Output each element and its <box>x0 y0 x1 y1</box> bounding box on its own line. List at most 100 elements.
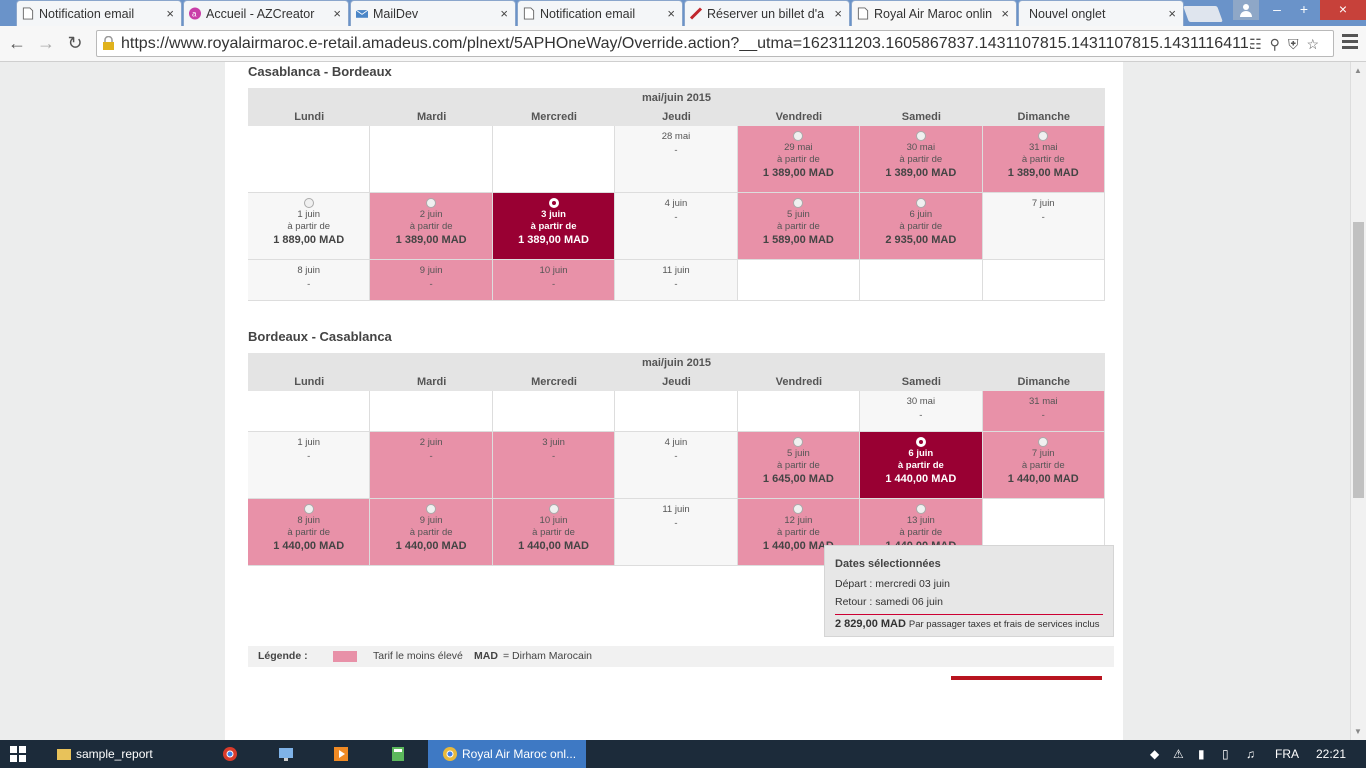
from-label: à partir de <box>899 221 943 232</box>
legend-mad-text: = Dirham Marocain <box>503 650 592 662</box>
fare-radio-button[interactable] <box>426 198 437 208</box>
calculator-icon[interactable] <box>390 746 406 762</box>
minimize-button[interactable]: – <box>1263 0 1291 20</box>
close-icon[interactable]: × <box>166 6 174 21</box>
tab-notification-email-1[interactable]: Notification email × <box>16 0 182 26</box>
address-bar[interactable]: https://www.royalairmaroc.e-retail.amade… <box>96 30 1334 57</box>
from-label: à partir de <box>777 527 820 538</box>
tab-new-tab[interactable]: Nouvel onglet × <box>1018 0 1184 26</box>
calendar-fare-cell[interactable]: 2 juin à partir de 1 389,00 MAD <box>370 193 492 259</box>
calendar-empty-cell <box>737 391 860 431</box>
window-close-button[interactable]: × <box>1320 0 1366 20</box>
calendar-day-cell: 10 juin - <box>492 260 615 300</box>
fare-radio-button[interactable] <box>915 437 926 447</box>
fare-radio-button[interactable] <box>303 504 314 514</box>
calendar-fare-cell[interactable]: 8 juin à partir de 1 440,00 MAD <box>248 499 370 565</box>
calendar-day-cell: 11 juin - <box>615 499 737 565</box>
page-scrollbar[interactable]: ▲ ▼ <box>1350 62 1366 740</box>
calendar-fare-cell[interactable]: 6 juin à partir de 2 935,00 MAD <box>860 193 982 259</box>
shield-icon[interactable]: ⛨ <box>1288 36 1307 52</box>
from-label: à partir de <box>777 460 820 471</box>
fare-radio-button[interactable] <box>426 504 437 514</box>
azcreator-icon: a <box>189 7 201 20</box>
tab-title: Accueil - AZCreator <box>206 7 315 21</box>
volume-muted-icon[interactable]: ♫ <box>1246 747 1255 761</box>
calendar-empty-cell <box>860 260 982 300</box>
calendar-fare-cell[interactable]: 7 juin à partir de 1 440,00 MAD <box>982 432 1104 498</box>
fare-radio-button[interactable] <box>548 504 559 514</box>
tab-maildev[interactable]: MailDev × <box>350 0 516 26</box>
windows-start-icon[interactable] <box>10 746 26 762</box>
forward-icon[interactable]: → <box>35 33 57 54</box>
calendar-fare-cell[interactable]: 10 juin à partir de 1 440,00 MAD <box>492 499 615 565</box>
chrome-icon[interactable] <box>222 746 238 762</box>
close-icon[interactable]: × <box>667 6 675 21</box>
fare-radio-button[interactable] <box>793 504 804 514</box>
chrome-icon <box>443 747 457 761</box>
tab-azcreator[interactable]: a Accueil - AZCreator × <box>183 0 349 26</box>
battery-icon[interactable]: ▯ <box>1222 747 1229 761</box>
language-indicator[interactable]: FRA <box>1275 747 1299 761</box>
close-icon[interactable]: × <box>1168 6 1176 21</box>
outbound-title: Casablanca - Bordeaux <box>248 64 392 79</box>
monitor-icon[interactable] <box>278 746 294 762</box>
calendar-date: 30 mai <box>906 396 936 407</box>
outbound-month: mai/juin 2015 <box>248 88 1105 106</box>
fare-radio-button[interactable] <box>548 198 559 208</box>
taskbar-item-royal-air-maroc[interactable]: Royal Air Maroc onl... <box>428 740 586 768</box>
user-profile-icon[interactable] <box>1233 0 1259 20</box>
calendar-fare-cell[interactable]: 29 mai à partir de 1 389,00 MAD <box>737 126 860 192</box>
continue-button[interactable] <box>951 676 1102 680</box>
menu-icon[interactable] <box>1342 34 1358 52</box>
tab-notification-email-2[interactable]: Notification email × <box>517 0 683 26</box>
maximize-button[interactable]: + <box>1290 0 1318 20</box>
fare-radio-button[interactable] <box>793 198 804 208</box>
calendar-fare-cell[interactable]: 5 juin à partir de 1 645,00 MAD <box>737 432 860 498</box>
new-tab-button[interactable] <box>1183 6 1223 22</box>
signal-icon[interactable]: ▮ <box>1198 747 1205 761</box>
tab-reserver-billet[interactable]: Réserver un billet d'a × <box>684 0 850 26</box>
calendar-fare-cell[interactable]: 3 juin à partir de 1 389,00 MAD <box>492 193 615 259</box>
weekday-label: Dimanche <box>1017 376 1071 388</box>
fare-price: 1 440,00 MAD <box>518 540 590 552</box>
calendar-fare-cell[interactable]: 30 mai à partir de 1 389,00 MAD <box>860 126 982 192</box>
media-player-icon[interactable] <box>333 746 349 762</box>
reload-icon[interactable]: ↻ <box>64 33 86 54</box>
fare-radio-button[interactable] <box>793 437 804 447</box>
close-icon[interactable]: × <box>500 6 508 21</box>
calendar-fare-cell[interactable]: 5 juin à partir de 1 589,00 MAD <box>737 193 860 259</box>
calendar-fare-cell[interactable]: 9 juin à partir de 1 440,00 MAD <box>370 499 492 565</box>
fare-radio-button[interactable] <box>793 131 804 141</box>
fare-radio-button[interactable] <box>1038 437 1049 447</box>
star-icon[interactable]: ☆ <box>1306 36 1327 52</box>
close-icon[interactable]: × <box>1001 6 1009 21</box>
tray-expand-icon[interactable]: ◆ <box>1150 747 1159 761</box>
document-icon <box>22 7 34 20</box>
scroll-down-icon[interactable]: ▼ <box>1354 727 1362 736</box>
network-error-icon[interactable]: ⚠ <box>1173 747 1184 761</box>
page-info-icon[interactable]: ☷ <box>1249 36 1270 52</box>
back-icon[interactable]: ← <box>6 33 28 54</box>
clock[interactable]: 22:21 <box>1316 747 1346 761</box>
from-label: à partir de <box>409 527 453 538</box>
close-icon[interactable]: × <box>834 6 842 21</box>
fare-radio-button[interactable] <box>1038 131 1049 141</box>
scroll-up-icon[interactable]: ▲ <box>1354 66 1362 75</box>
fare-radio-button[interactable] <box>915 131 926 141</box>
fare-radio-button[interactable] <box>915 198 926 208</box>
calendar-fare-cell[interactable]: 31 mai à partir de 1 389,00 MAD <box>982 126 1104 192</box>
calendar-day-cell: 31 mai - <box>982 391 1104 431</box>
calendar-fare-cell[interactable]: 1 juin à partir de 1 889,00 MAD <box>248 193 370 259</box>
search-icon[interactable]: ⚲ <box>1270 36 1288 52</box>
fare-radio-button[interactable] <box>303 198 314 208</box>
fare-radio-button[interactable] <box>915 504 926 514</box>
taskbar-item-sample-report[interactable]: sample_report <box>52 740 198 768</box>
fare-price: 1 589,00 MAD <box>762 234 834 246</box>
svg-text:a: a <box>192 10 197 19</box>
calendar-fare-cell[interactable]: 6 juin à partir de 1 440,00 MAD <box>860 432 982 498</box>
tab-title: Notification email <box>39 7 135 21</box>
inbound-weekday-header: Lundi Mardi Mercredi Jeudi Vendredi Samedi Dim… <box>248 371 1105 391</box>
scroll-thumb[interactable] <box>1353 222 1364 498</box>
tab-royal-air-maroc[interactable]: Royal Air Maroc onlin × <box>851 0 1017 26</box>
close-icon[interactable]: × <box>333 6 341 21</box>
